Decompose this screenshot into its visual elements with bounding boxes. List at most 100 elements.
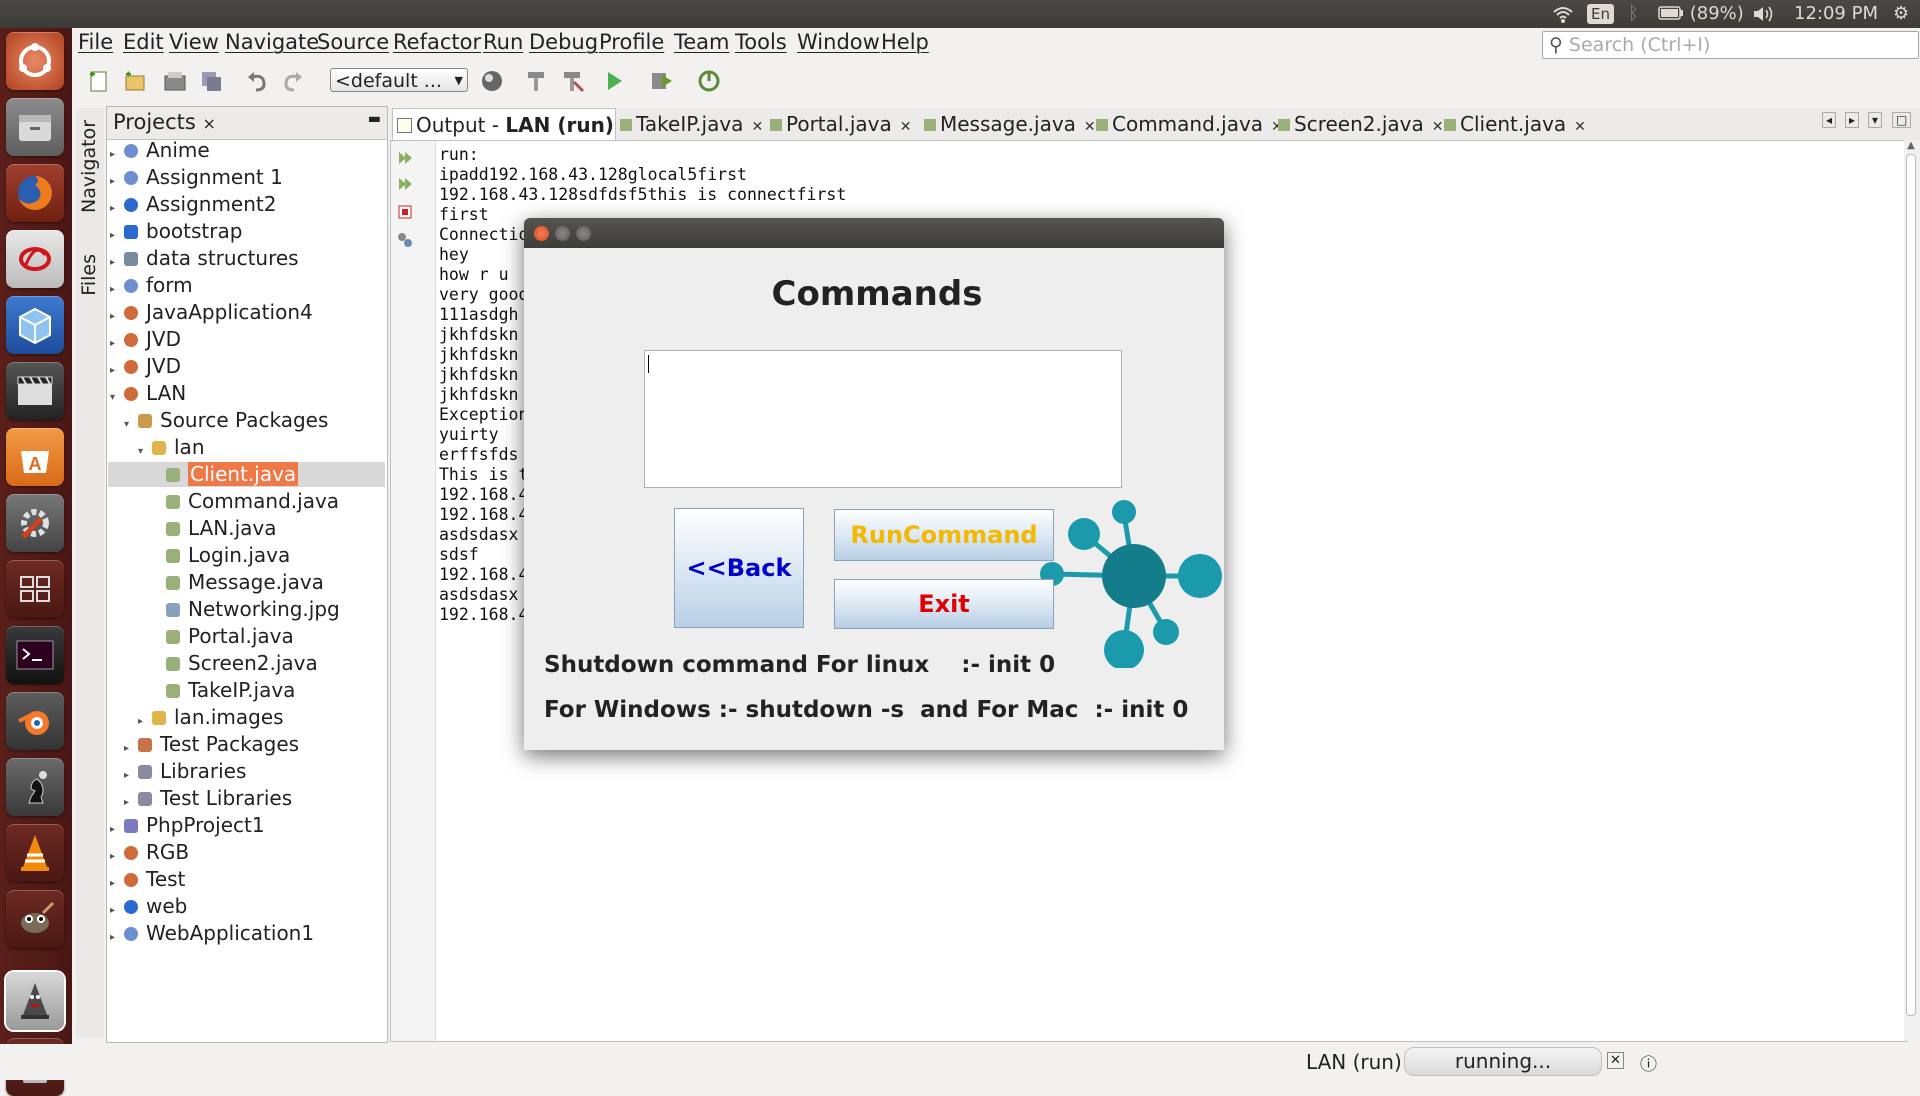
projects-tab[interactable]: Projects × ▬: [107, 107, 387, 140]
vlc-icon[interactable]: [6, 824, 64, 882]
pdf-viewer-icon[interactable]: [6, 230, 64, 288]
clean-build-icon[interactable]: [560, 68, 586, 94]
menu-help[interactable]: Help: [881, 30, 929, 54]
open-project-icon[interactable]: [162, 68, 188, 94]
menu-view[interactable]: View: [169, 30, 219, 54]
rerun-with-params-icon[interactable]: [396, 175, 414, 193]
tab-command-java[interactable]: Command.java ✕: [1096, 108, 1283, 140]
tree-item-test-packages[interactable]: ▸ Test Packages: [124, 731, 299, 758]
tree-item-portal-java[interactable]: Portal.java: [152, 623, 294, 650]
tree-item-test-libraries[interactable]: ▸ Test Libraries: [124, 785, 292, 812]
menu-navigate[interactable]: Navigate: [225, 30, 319, 54]
close-icon[interactable]: ✕: [1084, 119, 1096, 135]
battery-indicator[interactable]: (89%): [1658, 0, 1744, 28]
expand-arrow-icon[interactable]: ▸: [110, 924, 124, 951]
menu-edit[interactable]: Edit: [123, 30, 164, 54]
tab-list-icon[interactable]: ▾: [1868, 112, 1883, 128]
tree-item-lan-package[interactable]: ▾ lan: [138, 434, 205, 461]
settings-icon[interactable]: [396, 231, 414, 249]
new-project-icon[interactable]: [122, 68, 148, 94]
close-icon[interactable]: ×: [202, 114, 215, 133]
search-input[interactable]: ⚲ Search (Ctrl+I): [1542, 31, 1919, 59]
browser-icon[interactable]: [480, 68, 506, 94]
minimize-panel-icon[interactable]: ▬: [368, 111, 381, 127]
ubuntu-dash-icon[interactable]: [6, 32, 64, 90]
tree-item-lan[interactable]: ▾ LAN: [110, 380, 186, 407]
tab-files[interactable]: Files: [78, 254, 100, 296]
tree-item-webapplication1[interactable]: ▸ WebApplication1: [110, 920, 314, 947]
system-settings-icon[interactable]: [6, 494, 64, 552]
tab-screen2-java[interactable]: Screen2.java ✕: [1278, 108, 1443, 140]
tree-item-libraries[interactable]: ▸ Libraries: [124, 758, 246, 785]
workspaces-icon[interactable]: [6, 560, 64, 618]
tree-item-jvd-2[interactable]: ▸ JVD: [110, 353, 181, 380]
dialog-titlebar[interactable]: [524, 218, 1224, 248]
scroll-right-icon[interactable]: ▸: [1845, 112, 1860, 128]
tree-item-test[interactable]: ▸ Test: [110, 866, 185, 893]
close-icon[interactable]: ✕: [1432, 119, 1444, 135]
run-command-button[interactable]: RunCommand: [834, 509, 1054, 561]
new-file-icon[interactable]: [86, 68, 112, 94]
gear-icon[interactable]: ⚙: [1893, 0, 1909, 28]
menu-file[interactable]: File: [78, 30, 113, 54]
collapse-arrow-icon[interactable]: ▾: [124, 411, 138, 438]
clock[interactable]: 12:09 PM: [1794, 0, 1878, 28]
collapse-arrow-icon[interactable]: ▾: [138, 438, 152, 465]
tree-item-source-packages[interactable]: ▾ Source Packages: [124, 407, 328, 434]
tree-item-javaapplication4[interactable]: ▸ JavaApplication4: [110, 299, 313, 326]
tree-item-form[interactable]: ▸ form: [110, 272, 193, 299]
tab-message-java[interactable]: Message.java ✕: [924, 108, 1096, 140]
scroll-up-icon[interactable]: ▲: [1904, 140, 1918, 151]
tree-item-data-structures[interactable]: ▸ data structures: [110, 245, 299, 272]
menu-run[interactable]: Run: [483, 30, 523, 54]
notifications-icon[interactable]: ⓘ: [1640, 1050, 1657, 1075]
run-icon[interactable]: [602, 68, 628, 94]
exit-button[interactable]: Exit: [834, 579, 1054, 629]
redo-icon[interactable]: [280, 68, 306, 94]
tree-item-login-java[interactable]: Login.java: [152, 542, 290, 569]
software-center-icon[interactable]: A: [6, 428, 64, 486]
scrollbar-thumb[interactable]: [1906, 154, 1916, 1016]
tree-item-assignment-1[interactable]: ▸ Assignment 1: [110, 164, 283, 191]
progress-bar[interactable]: running...: [1404, 1047, 1602, 1076]
command-textarea[interactable]: [644, 350, 1122, 488]
rerun-icon[interactable]: [396, 149, 414, 167]
maximize-icon[interactable]: □: [1892, 112, 1912, 128]
menu-window[interactable]: Window: [797, 30, 880, 54]
undo-icon[interactable]: [244, 68, 270, 94]
tab-takeip-java[interactable]: TakeIP.java ✕: [620, 108, 763, 140]
collapse-arrow-icon[interactable]: ▾: [110, 384, 124, 411]
tree-item-bootstrap[interactable]: ▸ bootstrap: [110, 218, 242, 245]
tree-item-message-java[interactable]: Message.java: [152, 569, 324, 596]
files-icon[interactable]: [6, 98, 64, 156]
close-icon[interactable]: ✕: [751, 119, 763, 135]
maximize-window-icon[interactable]: [576, 226, 591, 241]
language-indicator[interactable]: En: [1587, 0, 1614, 28]
wifi-icon[interactable]: [1552, 0, 1574, 28]
firefox-icon[interactable]: [6, 164, 64, 222]
tree-item-takeip-java[interactable]: TakeIP.java: [152, 677, 295, 704]
profile-icon[interactable]: [696, 68, 722, 94]
tree-item-phpproject1[interactable]: ▸ PhpProject1: [110, 812, 265, 839]
save-all-icon[interactable]: [198, 68, 224, 94]
chess-icon[interactable]: [6, 758, 64, 816]
tree-item-jvd[interactable]: ▸ JVD: [110, 326, 181, 353]
volume-icon[interactable]: [1752, 0, 1776, 28]
close-icon[interactable]: ✕: [900, 119, 912, 135]
menu-profile[interactable]: Profile: [599, 30, 664, 54]
menu-tools[interactable]: Tools: [735, 30, 787, 54]
blender-icon[interactable]: [6, 692, 64, 750]
menu-debug[interactable]: Debug: [529, 30, 598, 54]
tree-item-lan-images[interactable]: ▸ lan.images: [138, 704, 284, 731]
tree-item-client-java[interactable]: Client.java: [152, 461, 299, 488]
tree-item-screen2-java[interactable]: Screen2.java: [152, 650, 318, 677]
virtualbox-icon[interactable]: [6, 296, 64, 354]
tree-item-rgb[interactable]: ▸ RGB: [110, 839, 189, 866]
cancel-process-icon[interactable]: ✕: [1607, 1052, 1624, 1069]
bluetooth-icon[interactable]: ᛒ: [1628, 0, 1639, 28]
back-button[interactable]: <<Back: [674, 508, 804, 628]
terminal-icon[interactable]: [6, 626, 64, 684]
tab-client-java[interactable]: Client.java ✕: [1444, 108, 1594, 140]
build-icon[interactable]: [524, 68, 550, 94]
tab-output-lan-run[interactable]: Output - LAN (run)✕: [392, 108, 634, 141]
